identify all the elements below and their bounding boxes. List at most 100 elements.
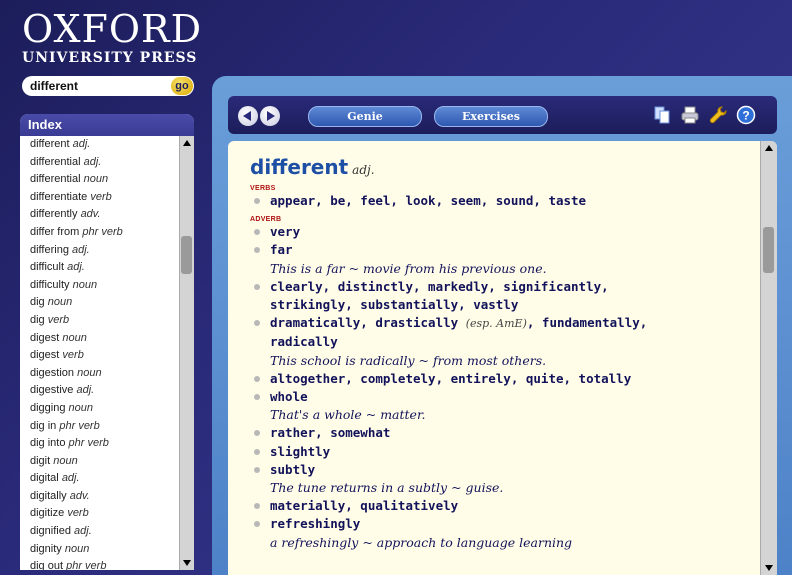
scroll-up-arrow-icon[interactable] [180,136,194,150]
index-item[interactable]: digitally adv. [30,488,188,506]
index-item[interactable]: different adj. [30,136,188,154]
collocate-text[interactable]: , fundamentally, [527,315,647,330]
collocate-text[interactable]: rather, somewhat [270,425,390,440]
index-item-word: digestive [30,384,74,397]
scroll-down-arrow-icon[interactable] [761,561,775,575]
index-item[interactable]: dignity noun [30,541,188,559]
brand-subtitle: UNIVERSITY PRESS [22,50,198,66]
index-item-pos: noun [72,278,98,291]
index-item-word: differently [30,208,78,221]
scroll-thumb[interactable] [181,236,192,274]
collocate-continuation: strikingly, substantially, vastly [250,296,753,314]
collocate-text[interactable]: subtly [270,462,315,477]
collocate-text[interactable]: strikingly, substantially, vastly [270,297,518,312]
genie-button[interactable]: Genie [308,106,422,127]
index-item-pos: adj. [72,138,91,150]
index-item-pos: noun [68,401,94,414]
index-item[interactable]: differential adj. [30,154,188,172]
collocate-line: altogether, completely, entirely, quite,… [250,370,753,388]
collocate-line: slightly [250,443,753,461]
index-item[interactable]: differential noun [30,171,188,189]
collocate-text[interactable]: clearly, distinctly, markedly, significa… [270,279,609,294]
bullet-icon [254,448,260,455]
index-item[interactable]: dignified adj. [30,523,188,541]
index-item[interactable]: dig noun [30,294,188,312]
index-item[interactable]: dig out phr verb [30,558,188,570]
entry-heading: different adj. [250,155,753,179]
index-item[interactable]: difficulty noun [30,277,188,295]
index-item-pos: adj. [67,261,85,274]
index-item[interactable]: dig in phr verb [30,418,188,436]
index-item-pos: noun [77,366,102,379]
index-scrollbar[interactable] [179,136,194,570]
collocate-text[interactable]: slightly [270,444,330,459]
index-item[interactable]: differently adv. [30,206,188,224]
index-item[interactable]: differentiate verb [30,189,188,207]
index-item[interactable]: digging noun [30,400,188,418]
index-item-word: dignified [30,525,71,538]
collocate-continuation: radically [250,333,753,351]
index-item-pos: adj. [72,243,90,256]
index-item-pos: verb [62,349,84,362]
index-item[interactable]: differ from phr verb [30,224,188,242]
index-item-word: dignity [30,542,62,555]
wrench-icon[interactable] [708,105,728,125]
go-button[interactable]: go [171,77,193,95]
index-item-pos: phr verb [59,419,100,432]
index-item[interactable]: digestion noun [30,365,188,383]
forward-arrow-icon[interactable] [260,106,280,126]
index-item-word: differing [30,243,69,256]
index-item[interactable]: digest noun [30,330,188,348]
collocate-text[interactable]: radically [270,334,338,349]
search-box: go [22,76,194,96]
print-icon[interactable] [680,105,700,125]
oxford-logo: OXFORD UNIVERSITY PRESS [22,10,202,66]
index-item[interactable]: digest verb [30,347,188,365]
index-item-pos: phr verb [82,225,123,238]
copy-icon[interactable] [652,105,672,125]
index-item-word: digitally [30,489,67,502]
index-item-pos: verb [47,313,70,326]
bullet-icon [254,466,260,473]
index-item-pos: adv. [80,208,101,221]
entry-content: different adj. VERBS appear, be, feel, loo… [250,155,753,552]
entry-scrollbar[interactable] [760,141,777,575]
collocate-text[interactable]: altogether, completely, entirely, quite,… [270,371,631,386]
index-item[interactable]: digit noun [30,453,188,471]
collocate-text[interactable]: refreshingly [270,516,360,531]
index-item-word: digitize [30,507,65,520]
exercises-button[interactable]: Exercises [434,106,548,127]
index-item-pos: verb [90,190,112,203]
collocate-text[interactable]: very [270,224,300,239]
scroll-thumb[interactable] [763,227,774,273]
toolbar: Genie Exercises ? [228,96,777,134]
index-item[interactable]: digitize verb [30,505,188,523]
collocate-text[interactable]: whole [270,389,308,404]
scroll-up-arrow-icon[interactable] [761,141,775,155]
index-item-pos: phr verb [68,437,109,450]
index-item-pos: noun [83,173,109,186]
collocate-text[interactable]: appear, be, feel, look, seem, sound, tas… [270,193,586,208]
main-window: Genie Exercises ? different adj. VERBS app… [212,76,792,575]
example-sentence: That's a whole ~ matter. [270,407,426,423]
bullet-icon [254,229,260,236]
search-input[interactable] [30,78,160,94]
collocate-text[interactable]: dramatically, drastically [270,315,458,330]
collocate-text[interactable]: materially, qualitatively [270,498,458,513]
collocate-text[interactable]: far [270,242,293,257]
back-arrow-icon[interactable] [238,106,258,126]
scroll-down-arrow-icon[interactable] [180,556,194,570]
help-icon[interactable]: ? [736,105,756,125]
collocate-line: whole [250,388,753,406]
index-item[interactable]: difficult adj. [30,259,188,277]
index-item[interactable]: dig verb [30,312,188,330]
index-item[interactable]: digestive adj. [30,382,188,400]
index-item[interactable]: dig into phr verb [30,435,188,453]
index-item-word: digest [30,331,60,344]
example-sentence: a refreshingly ~ approach to language le… [270,534,573,550]
collocate-line: appear, be, feel, look, seem, sound, tas… [250,192,753,210]
index-item-word: differential [30,155,81,168]
index-item-pos: noun [53,454,78,467]
index-item[interactable]: differing adj. [30,242,188,260]
index-item[interactable]: digital adj. [30,470,188,488]
